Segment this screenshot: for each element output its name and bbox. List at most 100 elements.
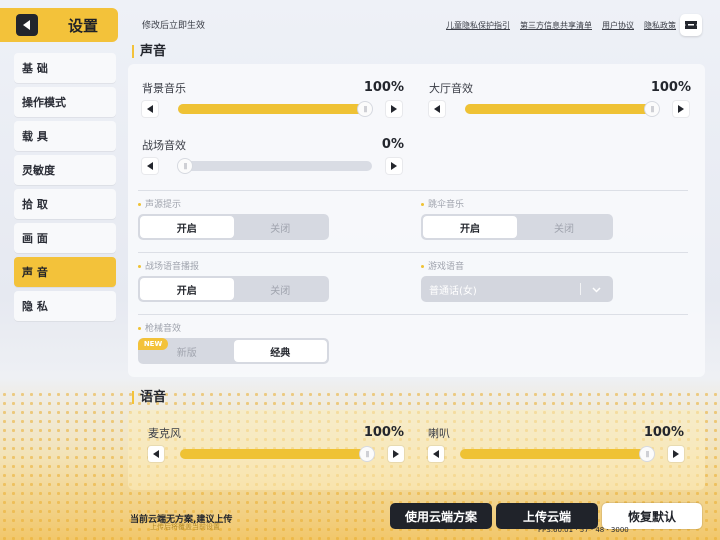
slider-value: 100%: [363, 425, 404, 440]
arrow-left-icon: [147, 162, 153, 170]
sidebar-item-label: 拾 取: [22, 198, 48, 211]
slider-thumb[interactable]: |||: [640, 447, 654, 461]
slider-fill: [180, 449, 367, 459]
increase-button[interactable]: [668, 446, 684, 462]
game-voice-dropdown[interactable]: 普通话(女): [421, 276, 613, 302]
sidebar-item-sound[interactable]: 声 音: [14, 257, 116, 287]
toggle-on-option[interactable]: 开启: [423, 216, 517, 238]
slider-thumb[interactable]: |||: [178, 159, 192, 173]
slider-value: 0%: [381, 137, 404, 152]
sidebar-item-control-mode[interactable]: 操作模式: [14, 87, 116, 117]
sidebar-item-sensitivity[interactable]: 灵敏度: [14, 155, 116, 185]
toggle-on-option[interactable]: 开启: [140, 278, 234, 300]
toggle-classic-option[interactable]: 经典: [233, 340, 327, 362]
arrow-right-icon: [678, 105, 684, 113]
slider-thumb[interactable]: |||: [645, 102, 659, 116]
dropdown-separator: [580, 283, 581, 295]
cloud-sub-text: 上传后将覆盖当前设置: [150, 523, 220, 531]
slider-thumb[interactable]: |||: [360, 447, 374, 461]
top-bar: 修改后立即生效 儿童隐私保护指引 第三方信息共享清单 用户协议 隐私政策: [142, 0, 720, 46]
ticket-button[interactable]: [680, 14, 702, 36]
slider-track[interactable]: |||: [178, 159, 372, 173]
sidebar-item-basic[interactable]: 基 础: [14, 53, 116, 83]
arrow-right-icon: [393, 450, 399, 458]
speaker-slider: 喇叭 100% |||: [428, 425, 684, 465]
back-arrow-icon: [23, 20, 30, 30]
decrease-button[interactable]: [142, 158, 158, 174]
battle-sfx-slider: 战场音效 0% |||: [142, 137, 404, 177]
fps-readout: FPS:60.01 · 57 · 48 · 3000: [538, 526, 629, 534]
parachute-music-toggle: 开启 关闭: [421, 214, 613, 240]
slider-label: 战场音效: [142, 139, 186, 152]
slider-label: 大厅音效: [429, 82, 473, 95]
apply-notice: 修改后立即生效: [142, 21, 206, 31]
sidebar-title: 设置: [68, 16, 99, 35]
decrease-button[interactable]: [148, 446, 164, 462]
slider-track[interactable]: |||: [460, 447, 654, 461]
increase-button[interactable]: [386, 158, 402, 174]
nav-list: 基 础 操作模式 载 具 灵敏度 拾 取 画 面 声 音 隐 私: [14, 53, 116, 325]
dropdown-value: 普通话(女): [429, 285, 477, 297]
toggle-on-option[interactable]: 开启: [140, 216, 234, 238]
slider-track[interactable]: |||: [180, 447, 374, 461]
sound-hint-toggle: 开启 关闭: [138, 214, 329, 240]
back-button[interactable]: [16, 14, 38, 36]
option-label-battle-voice: 战场语音播报: [138, 259, 199, 272]
increase-button[interactable]: [386, 101, 402, 117]
chevron-down-icon: [592, 287, 601, 293]
option-label-game-voice: 游戏语音: [421, 259, 464, 272]
arrow-left-icon: [147, 105, 153, 113]
arrow-left-icon: [434, 105, 440, 113]
sidebar-item-pickup[interactable]: 拾 取: [14, 189, 116, 219]
top-links: 儿童隐私保护指引 第三方信息共享清单 用户协议 隐私政策: [446, 20, 676, 31]
divider: [138, 314, 688, 315]
battle-voice-toggle: 开启 关闭: [138, 276, 329, 302]
increase-button[interactable]: [673, 101, 689, 117]
use-cloud-button[interactable]: 使用云端方案: [390, 503, 492, 529]
sidebar-item-graphics[interactable]: 画 面: [14, 223, 116, 253]
slider-thumb[interactable]: |||: [358, 102, 372, 116]
sidebar-item-label: 基 础: [22, 62, 48, 75]
section-heading-voice: 语音: [132, 391, 166, 404]
slider-value: 100%: [363, 80, 404, 95]
decrease-button[interactable]: [428, 446, 444, 462]
microphone-slider: 麦克风 100% |||: [148, 425, 404, 465]
new-badge: NEW: [138, 338, 168, 350]
slider-label: 喇叭: [428, 427, 450, 440]
divider: [138, 190, 688, 191]
slider-fill: [178, 104, 365, 114]
link-third-party-list[interactable]: 第三方信息共享清单: [520, 20, 592, 31]
toggle-off-option[interactable]: 关闭: [517, 216, 611, 238]
arrow-left-icon: [153, 450, 159, 458]
increase-button[interactable]: [388, 446, 404, 462]
sidebar-header: 设置: [0, 8, 118, 42]
sidebar-item-label: 声 音: [22, 266, 48, 279]
toggle-off-option[interactable]: 关闭: [234, 216, 328, 238]
sidebar-item-label: 灵敏度: [22, 164, 55, 177]
bottom-bar: 当前云端无方案,建议上传 上传后将覆盖当前设置 使用云端方案 上传云端 恢复默认…: [120, 490, 720, 540]
link-child-privacy[interactable]: 儿童隐私保护指引: [446, 20, 510, 31]
slider-value: 100%: [643, 425, 684, 440]
arrow-right-icon: [391, 162, 397, 170]
sidebar-item-label: 载 具: [22, 130, 48, 143]
sidebar-item-vehicle[interactable]: 载 具: [14, 121, 116, 151]
arrow-right-icon: [391, 105, 397, 113]
toggle-off-option[interactable]: 关闭: [234, 278, 328, 300]
slider-track[interactable]: |||: [178, 102, 372, 116]
sidebar-item-label: 隐 私: [22, 300, 48, 313]
slider-value: 100%: [650, 80, 691, 95]
option-label-sound-hint: 声源提示: [138, 197, 181, 210]
link-user-agreement[interactable]: 用户协议: [602, 20, 634, 31]
slider-fill: [460, 449, 647, 459]
link-privacy-policy[interactable]: 隐私政策: [644, 20, 676, 31]
slider-label: 背景音乐: [142, 82, 186, 95]
slider-track[interactable]: |||: [465, 102, 659, 116]
slider-fill: [465, 104, 652, 114]
arrow-left-icon: [433, 450, 439, 458]
sidebar-item-label: 画 面: [22, 232, 48, 245]
decrease-button[interactable]: [142, 101, 158, 117]
sidebar: 设置 基 础 操作模式 载 具 灵敏度 拾 取 画 面 声 音 隐 私: [0, 0, 120, 540]
decrease-button[interactable]: [429, 101, 445, 117]
sidebar-item-privacy[interactable]: 隐 私: [14, 291, 116, 321]
option-label-gun-sfx: 枪械音效: [138, 321, 181, 334]
